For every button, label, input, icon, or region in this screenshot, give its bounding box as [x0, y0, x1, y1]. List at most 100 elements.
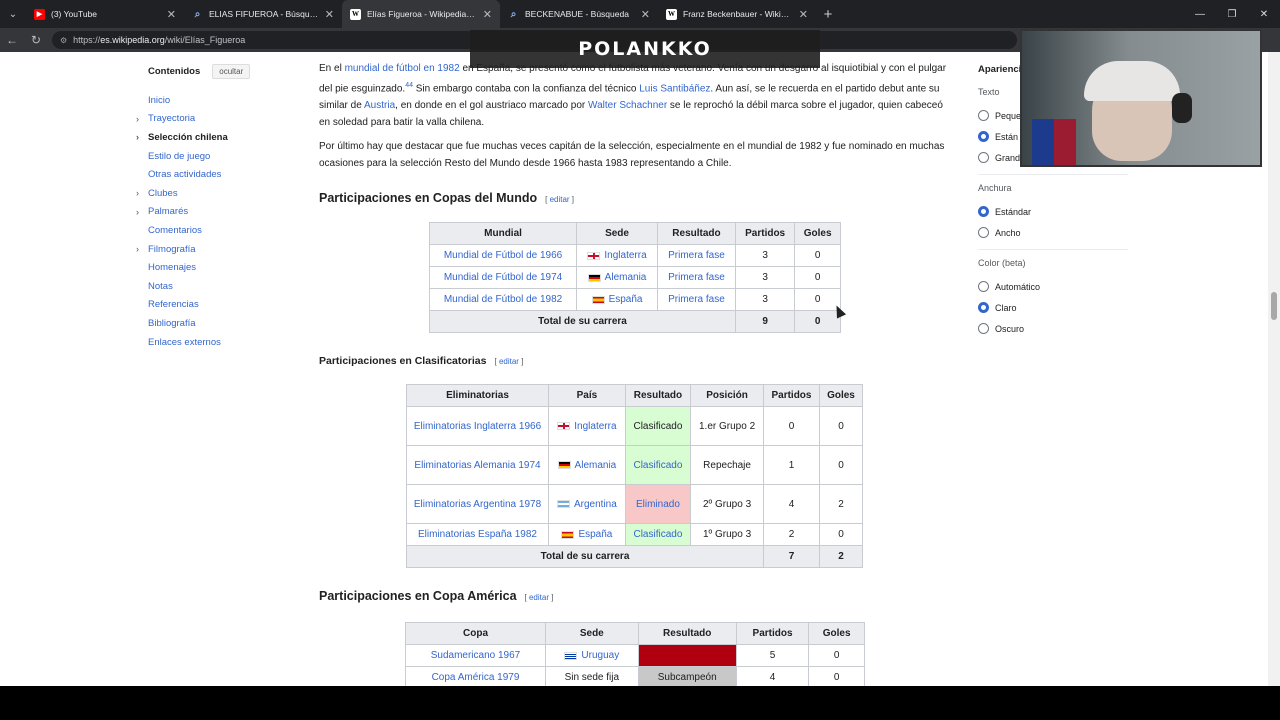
tab-close-icon[interactable]: ✕	[325, 8, 334, 21]
country-link[interactable]: Uruguay	[581, 650, 619, 661]
tab-search-icon[interactable]: ⌄	[0, 0, 26, 28]
radio-checked-icon[interactable]	[978, 131, 989, 142]
result-cell-link[interactable]: Primera fase	[668, 294, 725, 305]
edit-link[interactable]: editar	[550, 195, 570, 204]
back-icon[interactable]: ←	[0, 33, 24, 47]
chevron-right-icon[interactable]: ›	[136, 114, 139, 124]
elim-cell-link[interactable]: Eliminatorias Alemania 1974	[414, 460, 540, 471]
result-cell: Subcampeón	[637, 666, 737, 686]
browser-tab[interactable]: W Elías Figueroa - Wikipedia, la encic ✕	[342, 0, 500, 28]
table-row: Eliminatorias Inglaterra 1966 Inglaterra C…	[406, 406, 864, 447]
scrollbar-thumb[interactable]	[1271, 292, 1277, 320]
link-luis-santibanez[interactable]: Luis Santibáñez	[639, 83, 710, 94]
tab-close-icon[interactable]: ✕	[167, 8, 176, 21]
tab-close-icon[interactable]: ✕	[483, 8, 492, 21]
column-header: Goles	[794, 222, 841, 246]
elim-cell-link[interactable]: Eliminatorias Inglaterra 1966	[414, 421, 541, 432]
toc-item-label: Trayectoria	[148, 113, 196, 125]
toc-item[interactable]: › Trayectoria	[136, 110, 296, 129]
toc-item[interactable]: Bibliografía	[136, 314, 296, 333]
article-content: En el mundial de fútbol en 1982 en Españ…	[319, 52, 949, 686]
toc-item[interactable]: › Clubes	[136, 184, 296, 203]
result-cell-link[interactable]: Clasificado	[633, 460, 682, 471]
close-window-icon[interactable]: ✕	[1248, 0, 1280, 28]
site-info-icon[interactable]: ⚙	[60, 36, 67, 45]
radio-unchecked-icon[interactable]	[978, 281, 989, 292]
radio-option[interactable]: Estándar	[978, 201, 1128, 222]
copa-cell-link[interactable]: Copa América 1979	[432, 672, 520, 683]
toc-item[interactable]: Referencias	[136, 296, 296, 315]
toc-item[interactable]: › Palmarés	[136, 203, 296, 222]
country-cell: Alemania	[548, 445, 626, 486]
mundial-cell-link[interactable]: Mundial de Fútbol de 1974	[444, 272, 562, 283]
result-cell-link[interactable]: Clasificado	[633, 529, 682, 540]
search-icon: ⌕	[510, 8, 517, 20]
tab-close-icon[interactable]: ✕	[641, 8, 650, 21]
result-cell: Primera fase	[656, 266, 736, 290]
restore-icon[interactable]: ❐	[1216, 0, 1248, 28]
chevron-right-icon[interactable]: ›	[136, 188, 139, 198]
page-scrollbar[interactable]	[1268, 52, 1280, 686]
browser-tab[interactable]: W Franz Beckenbauer - Wikipedia, la ✕	[658, 0, 816, 28]
toc-item[interactable]: Enlaces externos	[136, 333, 296, 352]
column-header: Sede	[576, 222, 658, 246]
radio-checked-icon[interactable]	[978, 302, 989, 313]
radio-unchecked-icon[interactable]	[978, 323, 989, 334]
browser-tab[interactable]: ▶ (3) YouTube ✕	[26, 0, 184, 28]
toc-item[interactable]: Homenajes	[136, 258, 296, 277]
copa-cell-link[interactable]: Sudamericano 1967	[431, 650, 521, 661]
radio-unchecked-icon[interactable]	[978, 110, 989, 121]
table-row: Eliminatorias Argentina 1978 Argentina Eli…	[406, 484, 864, 525]
copa-america-table: Copa Sede Resultado Partidos Goles Sudameric…	[405, 622, 865, 686]
radio-unchecked-icon[interactable]	[978, 152, 989, 163]
elim-cell-link[interactable]: Eliminatorias Argentina 1978	[414, 499, 541, 510]
link-walter-schachner[interactable]: Walter Schachner	[588, 100, 667, 111]
radio-label: Oscuro	[995, 323, 1025, 334]
minimize-icon[interactable]: —	[1184, 0, 1216, 28]
country-link[interactable]: Inglaterra	[604, 250, 646, 261]
toc-item[interactable]: › Filmografía	[136, 240, 296, 259]
table-row: Sudamericano 1967 Uruguay 5 0	[405, 644, 865, 668]
result-cell-link[interactable]: Primera fase	[668, 272, 725, 283]
chevron-right-icon[interactable]: ›	[136, 244, 139, 254]
reload-icon[interactable]: ↻	[24, 33, 48, 47]
edit-link[interactable]: editar	[499, 357, 519, 366]
country-link[interactable]: Alemania	[575, 460, 617, 471]
country-link[interactable]: Argentina	[574, 499, 617, 510]
country-link[interactable]: España	[578, 529, 612, 540]
link-mundial-1982[interactable]: mundial de fútbol en 1982	[345, 63, 460, 74]
toc-item[interactable]: Estilo de juego	[136, 147, 296, 166]
elim-cell-link[interactable]: Eliminatorias España 1982	[418, 529, 537, 540]
chevron-right-icon[interactable]: ›	[136, 207, 139, 217]
toc-item[interactable]: › Selección chilena	[136, 128, 296, 147]
mundial-cell-link[interactable]: Mundial de Fútbol de 1966	[444, 250, 562, 261]
reference-sup[interactable]: 44	[405, 82, 413, 89]
toc-item[interactable]: Notas	[136, 277, 296, 296]
new-tab-button[interactable]: +	[816, 6, 840, 23]
world-cup-table: Mundial Sede Resultado Partidos Goles Mundia…	[428, 222, 841, 334]
country-link[interactable]: Inglaterra	[574, 421, 616, 432]
country-link[interactable]: España	[609, 294, 643, 305]
edit-link[interactable]: editar	[529, 593, 549, 602]
heading-text: Participaciones en Copas del Mundo	[319, 191, 538, 206]
toc-item[interactable]: Otras actividades	[136, 165, 296, 184]
radio-checked-icon[interactable]	[978, 206, 989, 217]
radio-option[interactable]: Automático	[978, 276, 1128, 297]
tab-close-icon[interactable]: ✕	[799, 8, 808, 21]
toc-item[interactable]: Inicio	[136, 91, 296, 110]
browser-tab[interactable]: ⌕ BECKENABUE - Búsqueda ✕	[500, 0, 658, 28]
result-cell-link[interactable]: Primera fase	[668, 250, 725, 261]
radio-option[interactable]: Claro	[978, 297, 1128, 318]
radio-option[interactable]: Ancho	[978, 222, 1128, 243]
country-link[interactable]: Alemania	[605, 272, 647, 283]
toc-item[interactable]: Comentarios	[136, 221, 296, 240]
toc-hide-button[interactable]: ocultar	[212, 64, 251, 79]
mundial-cell-link[interactable]: Mundial de Fútbol de 1982	[444, 294, 562, 305]
radio-unchecked-icon[interactable]	[978, 227, 989, 238]
radio-option[interactable]: Oscuro	[978, 318, 1128, 339]
browser-tab[interactable]: ⌕ ELIAS FIFUEROA - Búsqueda ✕	[184, 0, 342, 28]
chevron-right-icon[interactable]: ›	[136, 132, 139, 142]
table-body: Mundial de Fútbol de 1966 Inglaterra Prime…	[428, 244, 841, 334]
link-austria[interactable]: Austria	[364, 100, 395, 111]
result-cell-link[interactable]: Eliminado	[636, 499, 680, 510]
